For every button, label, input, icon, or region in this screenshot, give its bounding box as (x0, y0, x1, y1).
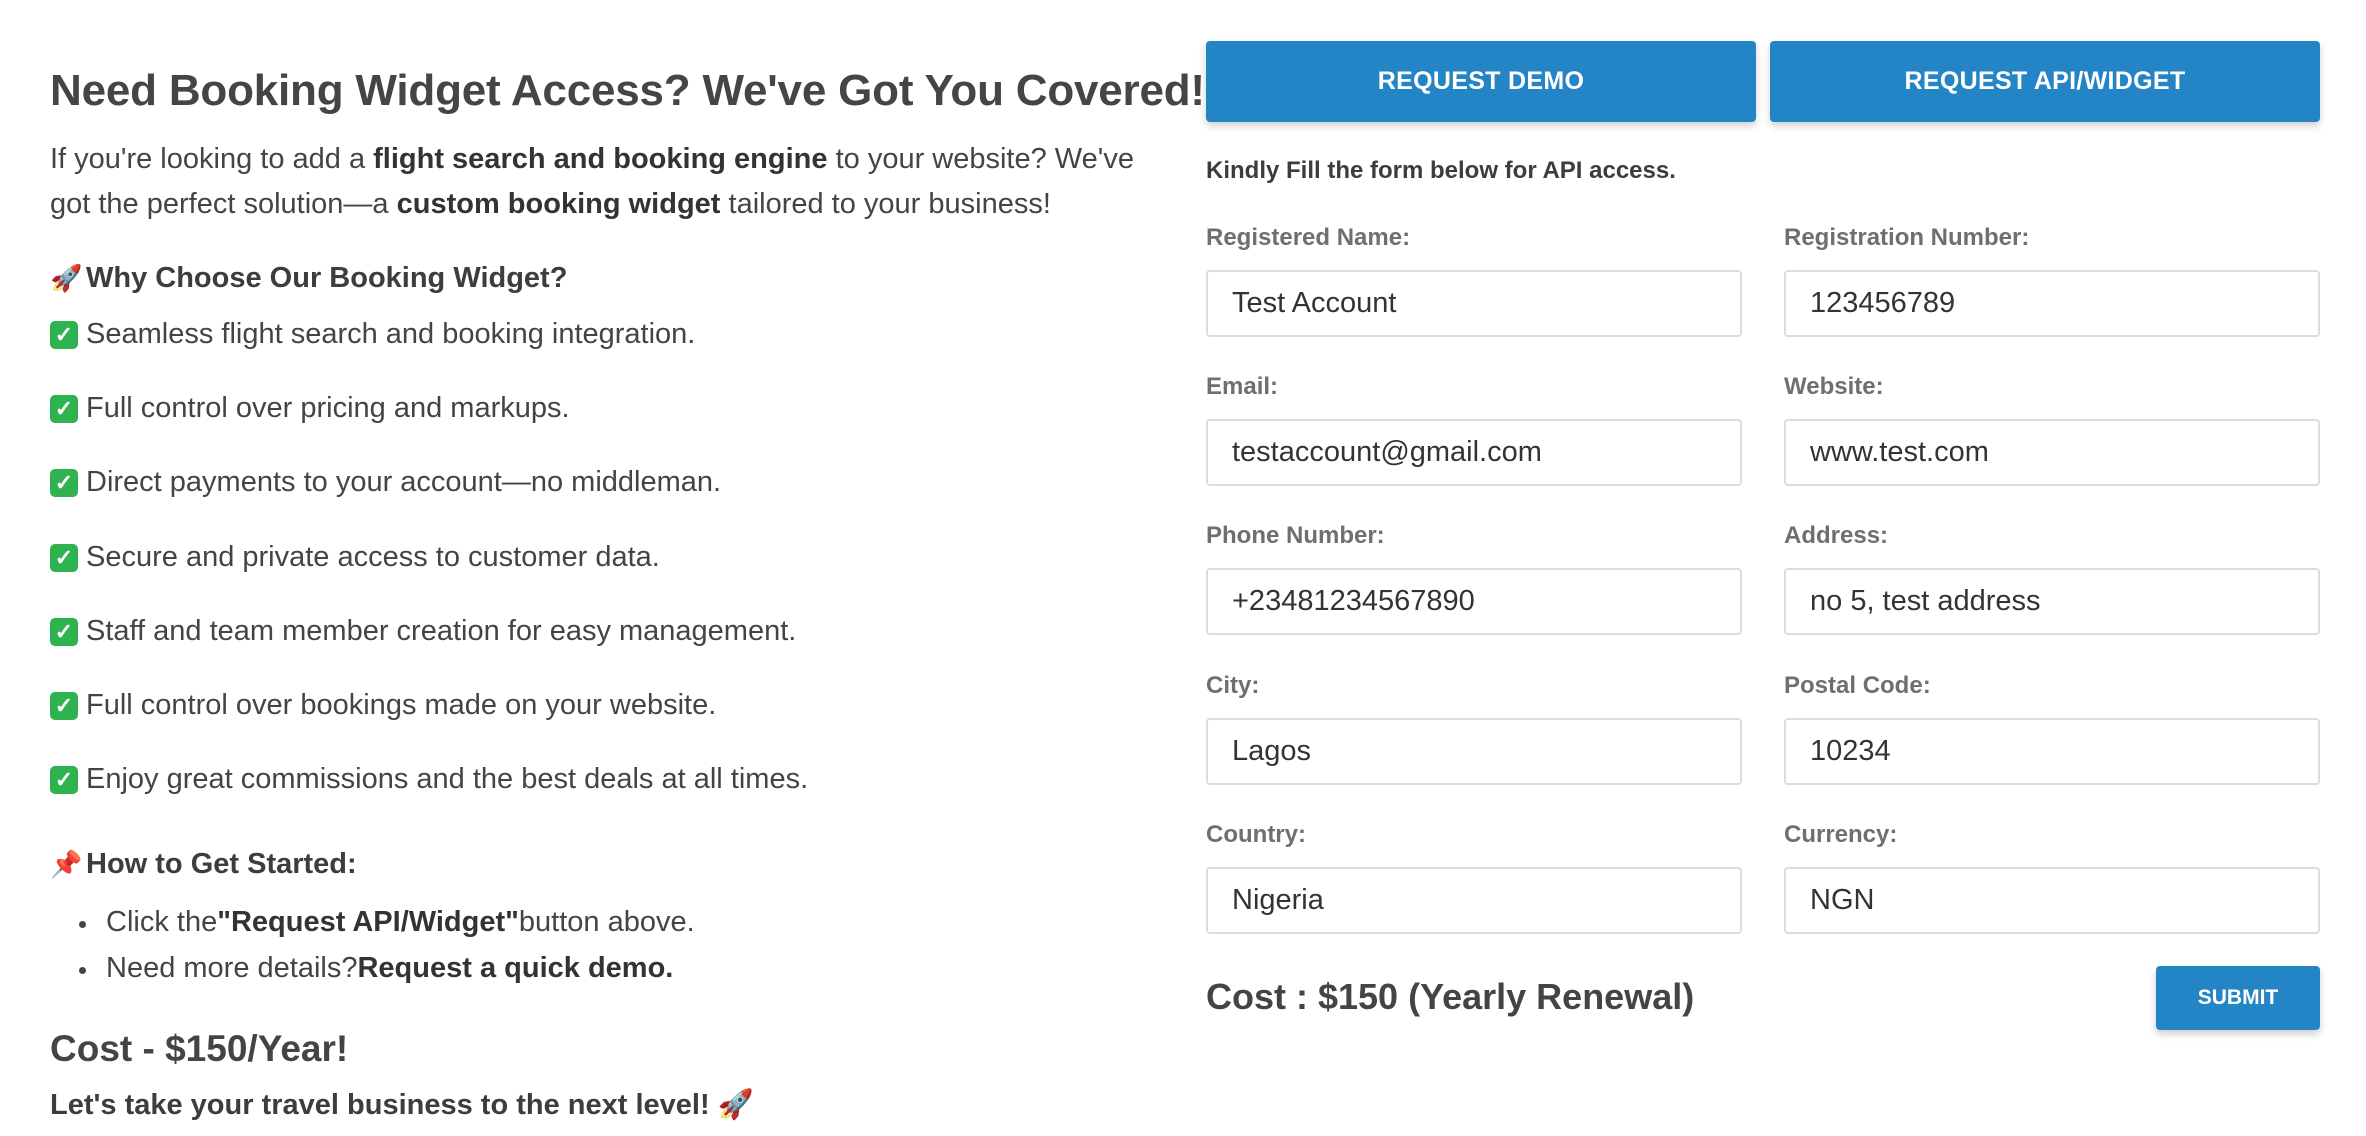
list-item: Click the "Request API/Widget" button ab… (50, 906, 695, 952)
website-group: Website: (1784, 373, 2320, 486)
country-label: Country: (1206, 821, 1306, 848)
page-title: Need Booking Widget Access? We've Got Yo… (50, 66, 1205, 115)
list-item: ✓ Enjoy great commissions and the best de… (50, 763, 808, 837)
check-mark-icon: ✓ (50, 691, 78, 720)
request-demo-button[interactable]: REQUEST DEMO (1206, 41, 1756, 122)
step-text: Click the (106, 906, 218, 938)
intro-text: If you're looking to add a (50, 143, 374, 175)
intro-bold-widget: custom booking widget (396, 188, 721, 220)
bullet-icon (79, 967, 86, 974)
list-item: Need more details? Request a quick demo. (50, 952, 695, 998)
check-mark-icon: ✓ (50, 395, 78, 424)
step-text: Need more details? (106, 952, 358, 984)
registration-number-label: Registration Number: (1784, 224, 2030, 251)
get-started-heading: 📌 How to Get Started: (50, 848, 357, 881)
feature-text: Full control over pricing and markups. (86, 392, 570, 425)
country-input[interactable] (1206, 867, 1742, 934)
phone-group: Phone Number: (1206, 522, 1742, 635)
website-label: Website: (1784, 373, 1884, 400)
address-group: Address: (1784, 522, 2320, 635)
get-started-text: How to Get Started: (86, 848, 357, 880)
list-item: ✓ Full control over pricing and markups. (50, 392, 808, 466)
check-mark-icon: ✓ (50, 617, 78, 646)
postal-code-label: Postal Code: (1784, 672, 1931, 699)
registered-name-group: Registered Name: (1206, 224, 1742, 337)
tagline: Let's take your travel business to the n… (50, 1088, 754, 1122)
postal-code-input[interactable] (1784, 718, 2320, 785)
registration-number-input[interactable] (1784, 270, 2320, 337)
cost-summary: Cost : $150 (Yearly Renewal) (1206, 976, 1695, 1017)
intro-text: tailored to your business! (720, 188, 1051, 220)
registration-number-group: Registration Number: (1784, 224, 2320, 337)
check-mark-icon: ✓ (50, 321, 78, 349)
list-item: ✓ Seamless flight search and booking inte… (50, 318, 808, 392)
postal-code-group: Postal Code: (1784, 672, 2320, 785)
step-text: button above. (518, 906, 695, 938)
address-input[interactable] (1784, 568, 2320, 635)
city-input[interactable] (1206, 718, 1742, 785)
website-input[interactable] (1784, 419, 2320, 486)
feature-text: Full control over bookings made on your … (86, 688, 717, 721)
step-bold: Request a quick demo. (357, 952, 674, 984)
currency-label: Currency: (1784, 821, 1898, 848)
pushpin-icon: 📌 (50, 849, 83, 879)
list-item: ✓ Secure and private access to customer d… (50, 541, 808, 615)
feature-text: Direct payments to your account—no middl… (86, 466, 722, 499)
why-choose-heading: 🚀 Why Choose Our Booking Widget? (50, 262, 567, 295)
country-group: Country: (1206, 821, 1742, 934)
rocket-icon: 🚀 (717, 1089, 754, 1121)
tagline-text: Let's take your travel business to the n… (50, 1089, 710, 1121)
registered-name-label: Registered Name: (1206, 224, 1411, 251)
feature-text: Staff and team member creation for easy … (86, 614, 797, 647)
currency-group: Currency: (1784, 821, 2320, 934)
list-item: ✓ Direct payments to your account—no midd… (50, 466, 808, 540)
request-api-widget-button[interactable]: REQUEST API/WIDGET (1770, 41, 2320, 122)
check-mark-icon: ✓ (50, 543, 78, 572)
address-label: Address: (1784, 522, 1889, 549)
submit-button[interactable]: SUBMIT (2156, 966, 2320, 1030)
intro-bold-engine: flight search and booking engine (373, 143, 828, 175)
city-label: City: (1206, 672, 1260, 699)
bullet-icon (79, 921, 86, 928)
intro-paragraph: If you're looking to add a flight search… (50, 137, 1150, 227)
phone-input[interactable] (1206, 568, 1742, 635)
cost-heading: Cost - $150/Year! (50, 1028, 349, 1069)
currency-input[interactable] (1784, 867, 2320, 934)
why-choose-text: Why Choose Our Booking Widget? (86, 262, 568, 294)
feature-text: Seamless flight search and booking integ… (86, 318, 696, 350)
form-instructions: Kindly Fill the form below for API acces… (1206, 157, 1676, 184)
feature-text: Secure and private access to customer da… (86, 540, 660, 573)
rocket-icon: 🚀 (50, 263, 83, 293)
list-item: ✓ Full control over bookings made on your… (50, 689, 808, 763)
email-label: Email: (1206, 373, 1279, 400)
phone-label: Phone Number: (1206, 522, 1385, 549)
feature-text: Enjoy great commissions and the best dea… (86, 763, 809, 796)
check-mark-icon: ✓ (50, 469, 78, 498)
email-input[interactable] (1206, 419, 1742, 486)
registered-name-input[interactable] (1206, 270, 1742, 337)
email-group: Email: (1206, 373, 1742, 486)
step-bold: "Request API/Widget" (217, 906, 519, 938)
features-list: ✓ Seamless flight search and booking inte… (50, 318, 808, 837)
steps-list: Click the "Request API/Widget" button ab… (50, 906, 695, 998)
list-item: ✓ Staff and team member creation for easy… (50, 615, 808, 689)
check-mark-icon: ✓ (50, 766, 78, 795)
city-group: City: (1206, 672, 1742, 785)
